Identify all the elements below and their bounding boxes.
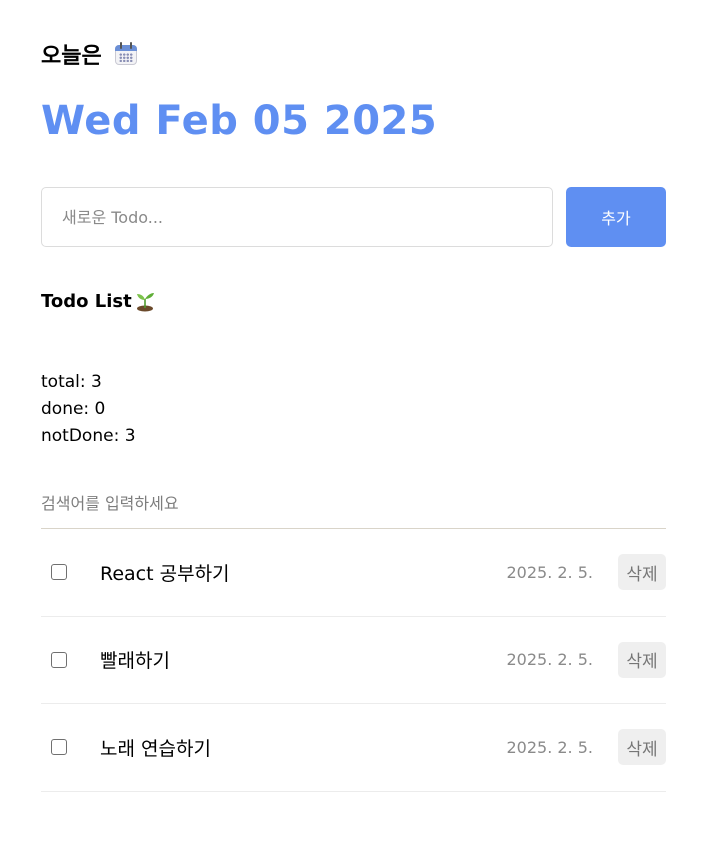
add-button[interactable]: 추가 bbox=[566, 187, 666, 247]
todo-content: React 공부하기 bbox=[100, 562, 230, 585]
header-title-text: 오늘은 bbox=[41, 44, 102, 69]
total-count: total: 3 bbox=[41, 372, 102, 392]
todo-date: 2025. 2. 5. bbox=[506, 650, 593, 670]
todo-checkbox[interactable] bbox=[51, 739, 67, 756]
todo-date: 2025. 2. 5. bbox=[506, 737, 593, 757]
header-title: 오늘은 bbox=[41, 38, 138, 70]
search-input[interactable] bbox=[41, 478, 666, 529]
todo-list: React 공부하기 2025. 2. 5. 삭제 빨래하기 2025. 2. … bbox=[41, 529, 666, 792]
todo-checkbox[interactable] bbox=[51, 651, 67, 668]
todo-stats: total: 3 done: 0 notDone: 3 bbox=[41, 369, 136, 450]
list-title-text: Todo List bbox=[41, 290, 132, 312]
delete-button[interactable]: 삭제 bbox=[618, 729, 666, 766]
new-todo-input[interactable] bbox=[41, 187, 553, 247]
todo-content: 노래 연습하기 bbox=[100, 737, 211, 760]
delete-button[interactable]: 삭제 bbox=[618, 641, 666, 678]
todo-date: 2025. 2. 5. bbox=[506, 562, 593, 582]
sprout-icon bbox=[136, 293, 154, 312]
todo-item: 노래 연습하기 2025. 2. 5. 삭제 bbox=[41, 704, 666, 792]
done-count: done: 0 bbox=[41, 399, 106, 419]
delete-button[interactable]: 삭제 bbox=[618, 554, 666, 591]
list-title: Todo List bbox=[41, 290, 156, 312]
todo-checkbox[interactable] bbox=[51, 564, 67, 581]
calendar-icon bbox=[114, 42, 138, 66]
today-date: Wed Feb 05 2025 bbox=[41, 98, 438, 144]
todo-content: 빨래하기 bbox=[100, 650, 170, 673]
todo-item: 빨래하기 2025. 2. 5. 삭제 bbox=[41, 617, 666, 704]
todo-item: React 공부하기 2025. 2. 5. 삭제 bbox=[41, 529, 666, 617]
not-done-count: notDone: 3 bbox=[41, 426, 136, 446]
todo-editor: 추가 bbox=[41, 187, 666, 247]
